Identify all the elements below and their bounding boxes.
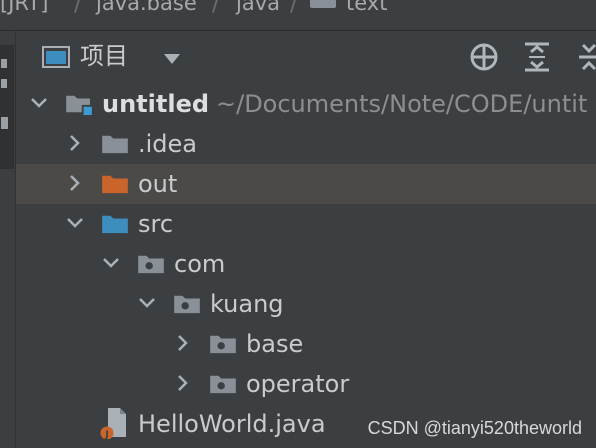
chevron-right-icon[interactable] bbox=[64, 132, 86, 154]
source-folder-icon bbox=[102, 215, 128, 234]
tree-node-label: base bbox=[246, 330, 304, 358]
tree-row-kuang[interactable]: kuang bbox=[16, 284, 596, 324]
root-module-path: ~/Documents/Note/CODE/untit bbox=[216, 90, 588, 118]
root-module-name: untitled bbox=[102, 90, 210, 118]
chevron-right-icon[interactable] bbox=[64, 172, 86, 194]
breadcrumb-item-jrt[interactable]: [JRT] bbox=[0, 0, 48, 15]
tree-row-operator[interactable]: operator bbox=[16, 364, 596, 404]
panel-title[interactable]: 项目 bbox=[80, 40, 128, 72]
tree-row-src[interactable]: src bbox=[16, 204, 596, 244]
tree-row-base[interactable]: base bbox=[16, 324, 596, 364]
tree-node-label: HelloWorld.java bbox=[138, 410, 326, 438]
package-icon bbox=[210, 375, 236, 394]
folder-icon bbox=[310, 0, 336, 8]
folder-icon bbox=[102, 135, 128, 154]
chevron-down-icon[interactable] bbox=[64, 212, 86, 234]
chevron-down-icon[interactable] bbox=[28, 92, 50, 114]
module-folder-icon bbox=[66, 95, 92, 115]
chevron-down-icon[interactable] bbox=[100, 252, 122, 274]
java-file-icon: J bbox=[100, 408, 126, 439]
svg-text:J: J bbox=[104, 430, 108, 439]
package-icon bbox=[210, 335, 236, 354]
tree-node-label: out bbox=[138, 170, 178, 198]
expand-all-icon[interactable] bbox=[523, 42, 551, 72]
tree-node-label: com bbox=[174, 250, 226, 278]
watermark: CSDN @tianyi520theworld bbox=[367, 418, 582, 438]
breadcrumb-separator: / bbox=[212, 0, 220, 17]
project-tool-tab[interactable] bbox=[0, 45, 14, 169]
breadcrumb-separator: / bbox=[290, 0, 298, 17]
breadcrumb-item-java-base[interactable]: java.base bbox=[96, 0, 197, 15]
tool-window-strip bbox=[0, 31, 16, 448]
tree-row-out[interactable]: out bbox=[16, 164, 596, 204]
package-icon bbox=[174, 295, 200, 314]
excluded-folder-icon bbox=[102, 175, 128, 194]
tree-row-idea[interactable]: .idea bbox=[16, 124, 596, 164]
project-tree: untitled ~/Documents/Note/CODE/untit .id… bbox=[16, 82, 596, 448]
locate-icon[interactable] bbox=[469, 42, 499, 72]
tree-node-label: .idea bbox=[138, 130, 198, 158]
collapse-all-icon[interactable] bbox=[577, 42, 596, 72]
breadcrumb: [JRT] / java.base / java / text bbox=[0, 0, 596, 31]
chevron-right-icon[interactable] bbox=[172, 332, 194, 354]
caret-down-icon[interactable] bbox=[163, 53, 181, 65]
project-view-icon bbox=[42, 46, 70, 68]
chevron-down-icon[interactable] bbox=[136, 292, 158, 314]
tab-glyph-icon bbox=[1, 59, 7, 68]
tree-row-root[interactable]: untitled ~/Documents/Note/CODE/untit bbox=[16, 84, 596, 124]
tab-glyph-icon bbox=[1, 117, 8, 129]
breadcrumb-item-java[interactable]: java bbox=[236, 0, 280, 15]
package-icon bbox=[138, 255, 164, 274]
tree-node-label: src bbox=[138, 210, 174, 238]
project-panel-header: 项目 bbox=[16, 31, 596, 81]
tree-row-com[interactable]: com bbox=[16, 244, 596, 284]
chevron-right-icon[interactable] bbox=[172, 372, 194, 394]
breadcrumb-item-text[interactable]: text bbox=[346, 0, 387, 15]
tree-node-label: operator bbox=[246, 370, 350, 398]
tab-glyph-icon bbox=[1, 79, 7, 88]
breadcrumb-separator: / bbox=[74, 0, 82, 17]
tree-node-label: kuang bbox=[210, 290, 284, 318]
